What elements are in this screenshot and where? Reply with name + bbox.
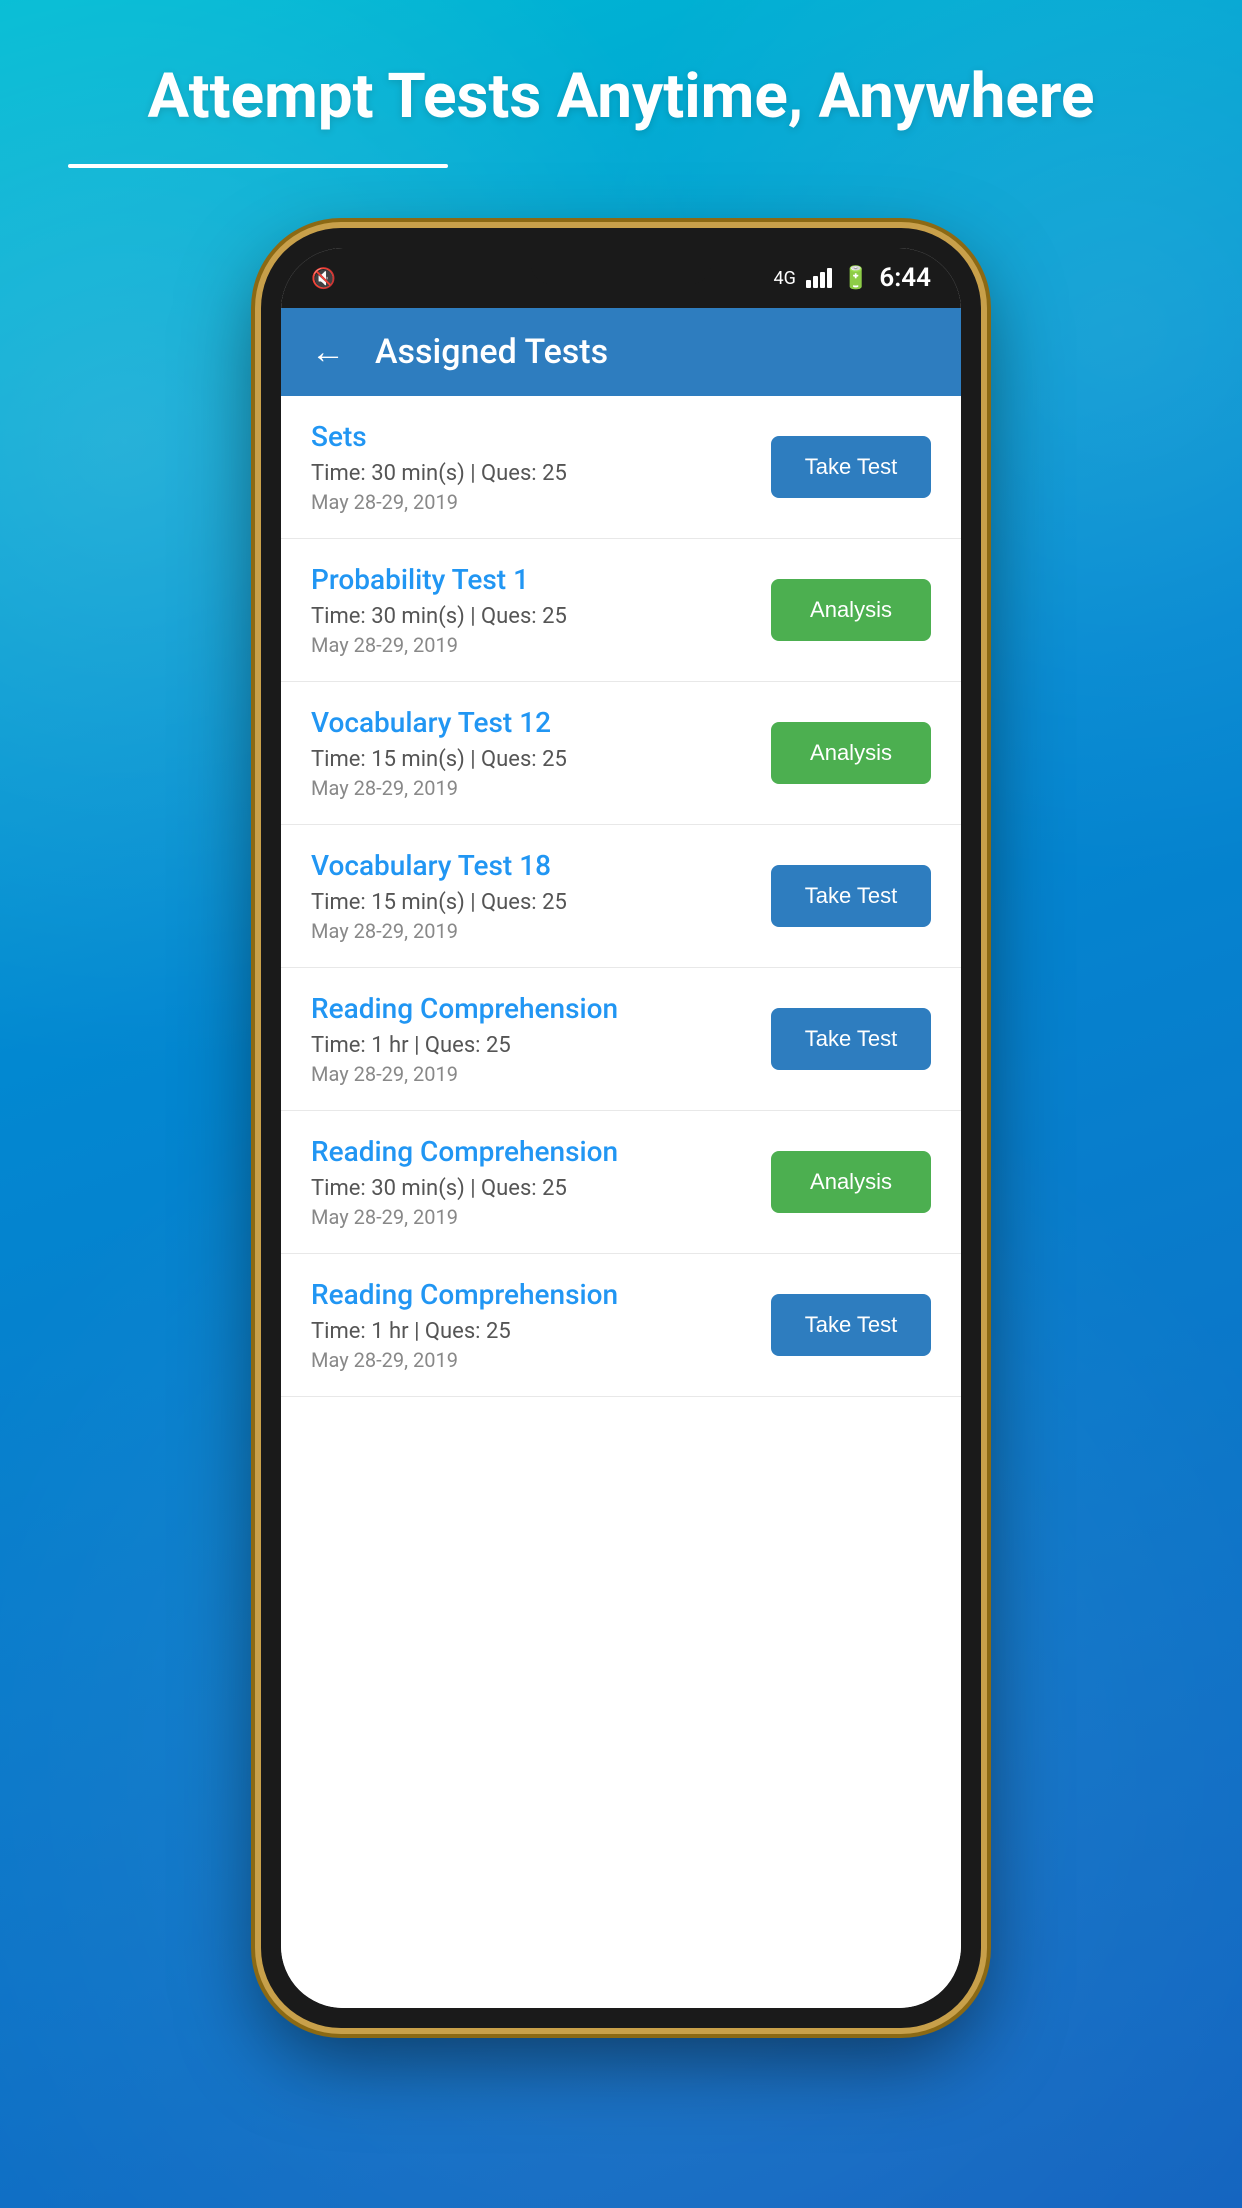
test-info: Reading Comprehension Time: 1 hr | Ques:… xyxy=(311,992,771,1086)
notch xyxy=(531,248,711,284)
signal-bars xyxy=(806,268,832,288)
test-name: Vocabulary Test 12 xyxy=(311,706,751,739)
signal-bar-2 xyxy=(813,276,818,288)
test-item: Probability Test 1 Time: 30 min(s) | Que… xyxy=(281,539,961,682)
take-test-button[interactable]: Take Test xyxy=(771,1008,931,1070)
test-info: Vocabulary Test 18 Time: 15 min(s) | Que… xyxy=(311,849,771,943)
test-date: May 28-29, 2019 xyxy=(311,1205,751,1229)
signal-bar-1 xyxy=(806,280,811,288)
test-date: May 28-29, 2019 xyxy=(311,633,751,657)
test-info: Reading Comprehension Time: 1 hr | Ques:… xyxy=(311,1278,771,1372)
test-item: Reading Comprehension Time: 1 hr | Ques:… xyxy=(281,968,961,1111)
test-info: Probability Test 1 Time: 30 min(s) | Que… xyxy=(311,563,771,657)
test-name: Probability Test 1 xyxy=(311,563,751,596)
test-item: Reading Comprehension Time: 1 hr | Ques:… xyxy=(281,1254,961,1397)
test-meta: Time: 1 hr | Ques: 25 xyxy=(311,1319,751,1344)
test-name: Reading Comprehension xyxy=(311,1278,751,1311)
test-date: May 28-29, 2019 xyxy=(311,1348,751,1372)
status-left: 🔇 xyxy=(311,266,336,290)
battery-icon: 🔋 xyxy=(842,266,869,291)
page-title: Assigned Tests xyxy=(375,332,608,372)
analysis-button[interactable]: Analysis xyxy=(771,722,931,784)
take-test-button[interactable]: Take Test xyxy=(771,436,931,498)
test-item: Vocabulary Test 12 Time: 15 min(s) | Que… xyxy=(281,682,961,825)
status-time: 6:44 xyxy=(879,263,931,293)
test-meta: Time: 15 min(s) | Ques: 25 xyxy=(311,890,751,915)
test-info: Sets Time: 30 min(s) | Ques: 25 May 28-2… xyxy=(311,420,771,514)
test-meta: Time: 30 min(s) | Ques: 25 xyxy=(311,461,751,486)
analysis-button[interactable]: Analysis xyxy=(771,1151,931,1213)
test-info: Reading Comprehension Time: 30 min(s) | … xyxy=(311,1135,771,1229)
phone-mockup: 🔇 4G 🔋 6:44 ← Assigned Tests xyxy=(261,228,981,2028)
app-header: ← Assigned Tests xyxy=(281,308,961,396)
network-label: 4G xyxy=(774,268,796,289)
test-date: May 28-29, 2019 xyxy=(311,919,751,943)
test-name: Vocabulary Test 18 xyxy=(311,849,751,882)
test-list: Sets Time: 30 min(s) | Ques: 25 May 28-2… xyxy=(281,396,961,2008)
test-date: May 28-29, 2019 xyxy=(311,776,751,800)
test-meta: Time: 15 min(s) | Ques: 25 xyxy=(311,747,751,772)
status-bar: 🔇 4G 🔋 6:44 xyxy=(281,248,961,308)
signal-bar-3 xyxy=(820,272,825,288)
phone-screen: 🔇 4G 🔋 6:44 ← Assigned Tests xyxy=(281,248,961,2008)
take-test-button[interactable]: Take Test xyxy=(771,865,931,927)
test-info: Vocabulary Test 12 Time: 15 min(s) | Que… xyxy=(311,706,771,800)
test-item: Vocabulary Test 18 Time: 15 min(s) | Que… xyxy=(281,825,961,968)
test-date: May 28-29, 2019 xyxy=(311,1062,751,1086)
hero-title: Attempt Tests Anytime, Anywhere xyxy=(68,60,1175,134)
signal-bar-4 xyxy=(827,268,832,288)
test-date: May 28-29, 2019 xyxy=(311,490,751,514)
test-meta: Time: 1 hr | Ques: 25 xyxy=(311,1033,751,1058)
back-button[interactable]: ← xyxy=(311,332,345,372)
volume-icon: 🔇 xyxy=(311,266,336,290)
test-name: Sets xyxy=(311,420,751,453)
test-meta: Time: 30 min(s) | Ques: 25 xyxy=(311,604,751,629)
test-name: Reading Comprehension xyxy=(311,992,751,1025)
test-item: Reading Comprehension Time: 30 min(s) | … xyxy=(281,1111,961,1254)
hero-section: Attempt Tests Anytime, Anywhere xyxy=(68,0,1175,168)
take-test-button[interactable]: Take Test xyxy=(771,1294,931,1356)
status-right: 4G 🔋 6:44 xyxy=(774,263,931,293)
test-meta: Time: 30 min(s) | Ques: 25 xyxy=(311,1176,751,1201)
hero-divider xyxy=(68,164,448,168)
test-item: Sets Time: 30 min(s) | Ques: 25 May 28-2… xyxy=(281,396,961,539)
analysis-button[interactable]: Analysis xyxy=(771,579,931,641)
test-name: Reading Comprehension xyxy=(311,1135,751,1168)
